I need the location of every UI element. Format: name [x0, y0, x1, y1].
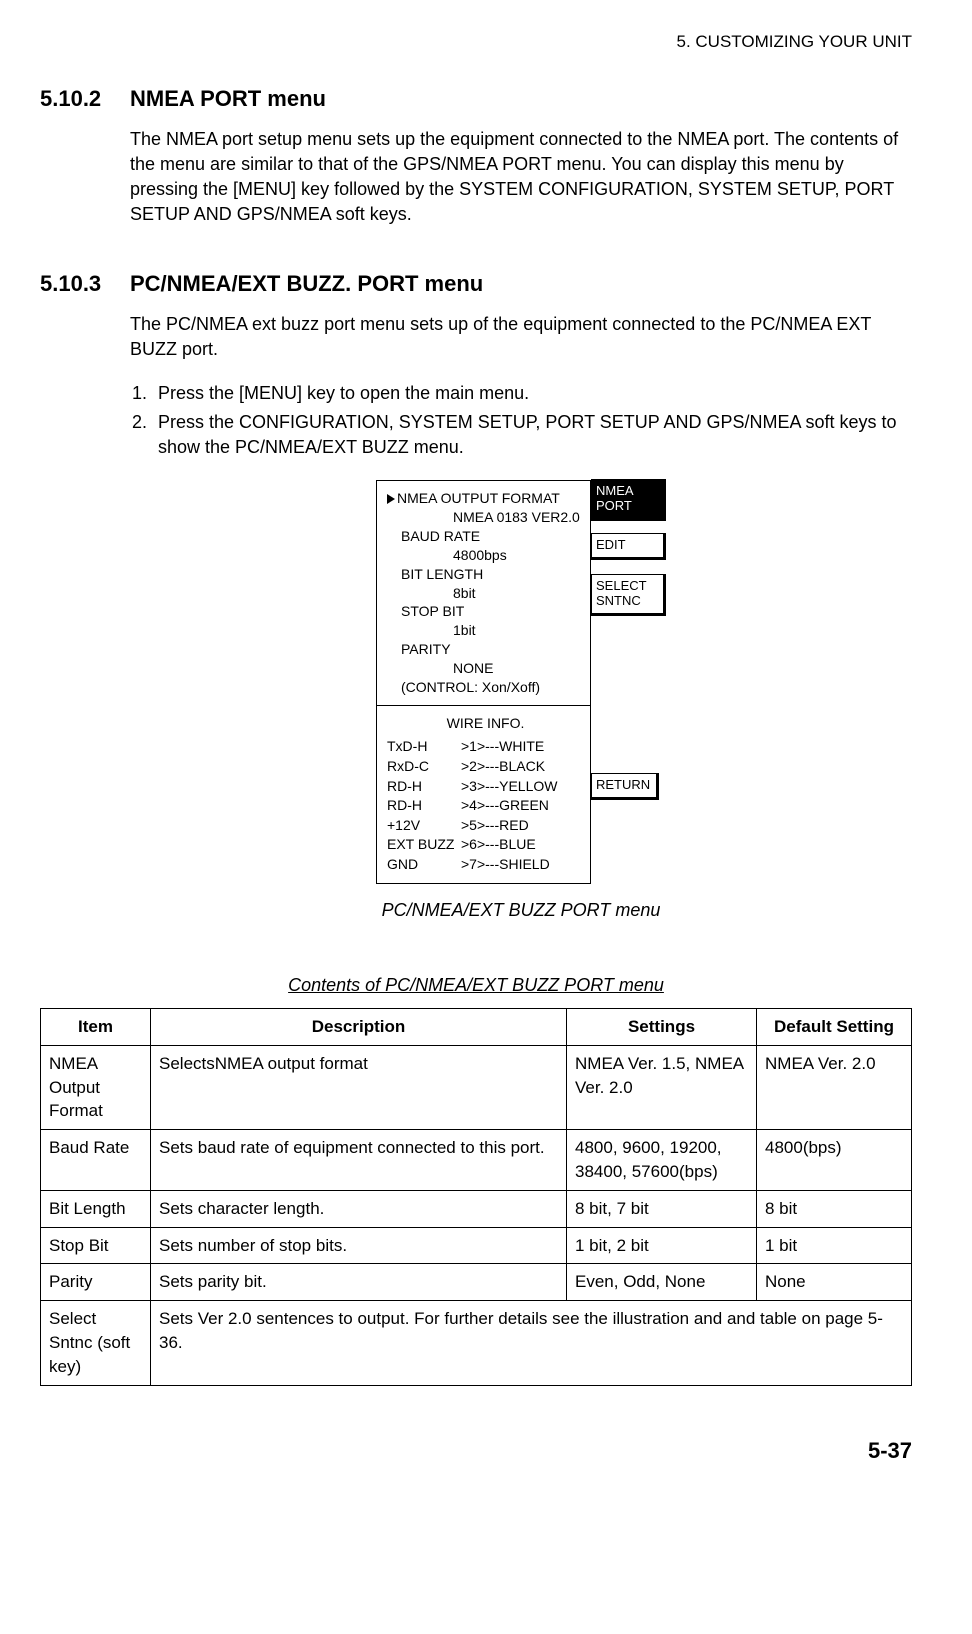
menu-value: 1bit [387, 621, 584, 640]
menu-label: PARITY [387, 640, 584, 659]
menu-label: NMEA OUTPUT FORMAT [397, 490, 560, 506]
contents-table: Item Description Settings Default Settin… [40, 1008, 912, 1386]
wire-label: RD-H [387, 796, 461, 816]
wire-value: >7>---SHIELD [461, 855, 550, 875]
diagram-panel: NMEA OUTPUT FORMAT NMEA 0183 VER2.0 BAUD… [376, 480, 591, 884]
th-default: Default Setting [757, 1009, 912, 1046]
figure-caption: PC/NMEA/EXT BUZZ PORT menu [130, 898, 912, 923]
list-item: Press the CONFIGURATION, SYSTEM SETUP, P… [152, 410, 912, 460]
menu-value: 8bit [387, 584, 584, 603]
step-list: Press the [MENU] key to open the main me… [130, 381, 912, 461]
menu-control: (CONTROL: Xon/Xoff) [387, 678, 584, 697]
wire-label: GND [387, 855, 461, 875]
pointer-icon [387, 494, 395, 504]
page-number: 5-37 [40, 1436, 912, 1467]
th-item: Item [41, 1009, 151, 1046]
table-row: Select Sntnc (soft key)Sets Ver 2.0 sent… [41, 1301, 912, 1385]
wire-value: >3>---YELLOW [461, 777, 557, 797]
section-5-10-3: 5.10.3 PC/NMEA/EXT BUZZ. PORT menu The P… [40, 269, 912, 948]
table-row: Stop BitSets number of stop bits.1 bit, … [41, 1227, 912, 1264]
table-title: Contents of PC/NMEA/EXT BUZZ PORT menu [40, 973, 912, 998]
list-item: Press the [MENU] key to open the main me… [152, 381, 912, 406]
table-header-row: Item Description Settings Default Settin… [41, 1009, 912, 1046]
wire-label: +12V [387, 816, 461, 836]
softkey-nmea-port[interactable]: NMEAPORT [591, 479, 666, 521]
softkey-return[interactable]: RETURN [591, 773, 659, 800]
softkey-edit[interactable]: EDIT [591, 533, 666, 560]
menu-value: NONE [387, 659, 584, 678]
section-title: NMEA PORT menu [130, 84, 912, 115]
section-paragraph: The NMEA port setup menu sets up the equ… [130, 127, 912, 228]
table-row: Bit LengthSets character length.8 bit, 7… [41, 1190, 912, 1227]
wire-label: RD-H [387, 777, 461, 797]
section-title: PC/NMEA/EXT BUZZ. PORT menu [130, 269, 912, 300]
menu-diagram: NMEA OUTPUT FORMAT NMEA 0183 VER2.0 BAUD… [130, 480, 912, 884]
section-5-10-2: 5.10.2 NMEA PORT menu The NMEA port setu… [40, 84, 912, 246]
wire-value: >6>---BLUE [461, 835, 536, 855]
section-number: 5.10.2 [40, 84, 130, 246]
section-number: 5.10.3 [40, 269, 130, 948]
page-header: 5. CUSTOMIZING YOUR UNIT [40, 30, 912, 54]
wire-value: >5>---RED [461, 816, 529, 836]
wire-value: >1>---WHITE [461, 737, 544, 757]
wire-label: EXT BUZZ [387, 835, 461, 855]
th-settings: Settings [567, 1009, 757, 1046]
menu-value: 4800bps [387, 546, 584, 565]
softkey-panel: NMEAPORT EDIT SELECTSNTNC RETURN [591, 480, 666, 884]
th-description: Description [151, 1009, 567, 1046]
softkey-select-sntnc[interactable]: SELECTSNTNC [591, 574, 666, 616]
wire-info-title: WIRE INFO. [387, 714, 584, 734]
menu-value: NMEA 0183 VER2.0 [387, 508, 584, 527]
table-row: ParitySets parity bit.Even, Odd, NoneNon… [41, 1264, 912, 1301]
table-row: NMEA Output FormatSelectsNMEA output for… [41, 1045, 912, 1129]
section-paragraph: The PC/NMEA ext buzz port menu sets up o… [130, 312, 912, 362]
wire-label: TxD-H [387, 737, 461, 757]
wire-value: >2>---BLACK [461, 757, 545, 777]
wire-value: >4>---GREEN [461, 796, 549, 816]
wire-label: RxD-C [387, 757, 461, 777]
menu-label: BAUD RATE [387, 527, 584, 546]
menu-label: STOP BIT [387, 602, 584, 621]
menu-label: BIT LENGTH [387, 565, 584, 584]
table-row: Baud RateSets baud rate of equipment con… [41, 1130, 912, 1191]
